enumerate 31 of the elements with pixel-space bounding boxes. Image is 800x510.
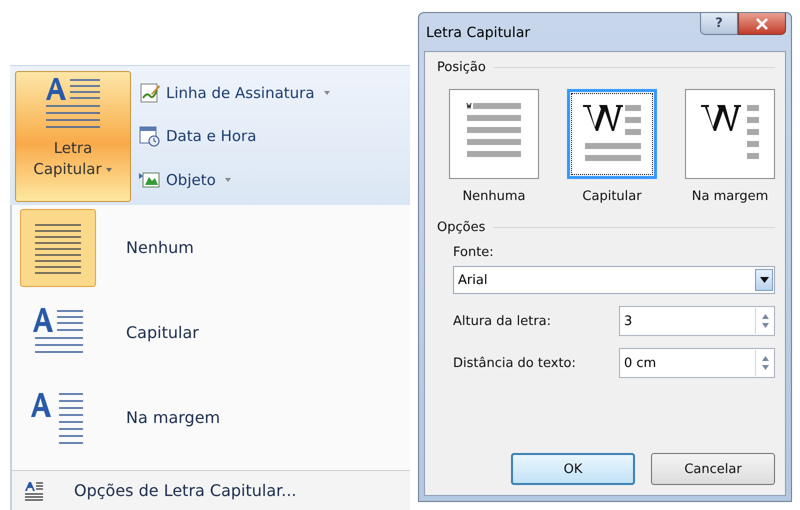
menu-item[interactable]: Nenhum <box>12 205 410 290</box>
ribbon-item[interactable]: Objeto <box>137 167 333 194</box>
section-heading: Posição <box>437 60 486 75</box>
help-button[interactable]: ? <box>700 13 738 35</box>
spin-field[interactable]: 3 <box>619 306 775 336</box>
menu-item[interactable]: Capitular <box>12 290 410 375</box>
field-label: Distância do texto: <box>453 356 576 370</box>
option-label: Nenhuma <box>462 189 526 204</box>
field-label: Altura da letra: <box>453 314 552 328</box>
dialog-button[interactable]: Cancelar <box>651 453 775 485</box>
window-title: Letra Capitular <box>425 25 530 41</box>
ribbon-item[interactable]: Data e Hora <box>137 123 333 150</box>
menu-item[interactable]: Opções de Letra Capitular... <box>12 470 410 510</box>
drop-cap-icon <box>24 480 44 500</box>
spin-field[interactable]: 0 cm <box>619 348 775 378</box>
signature-pen-icon <box>139 82 161 104</box>
close-button[interactable] <box>738 13 786 35</box>
font-dropdown[interactable]: Arial <box>453 266 775 294</box>
menu-item[interactable]: Na margem <box>12 375 410 460</box>
caret-icon <box>104 166 113 173</box>
field-label: Fonte: <box>453 245 495 260</box>
section-heading: Opções <box>437 220 486 235</box>
position-option[interactable] <box>685 89 775 179</box>
position-option[interactable] <box>567 89 657 179</box>
calendar-clock-icon <box>139 125 161 148</box>
option-label: Capitular <box>582 189 642 204</box>
option-label: Na margem <box>692 189 768 204</box>
ribbon-item[interactable]: Linha de Assinatura <box>137 80 333 106</box>
drop-cap-button[interactable]: Letra Capitular <box>15 71 131 202</box>
close-icon <box>755 18 769 30</box>
dialog-button[interactable]: OK <box>511 453 635 485</box>
